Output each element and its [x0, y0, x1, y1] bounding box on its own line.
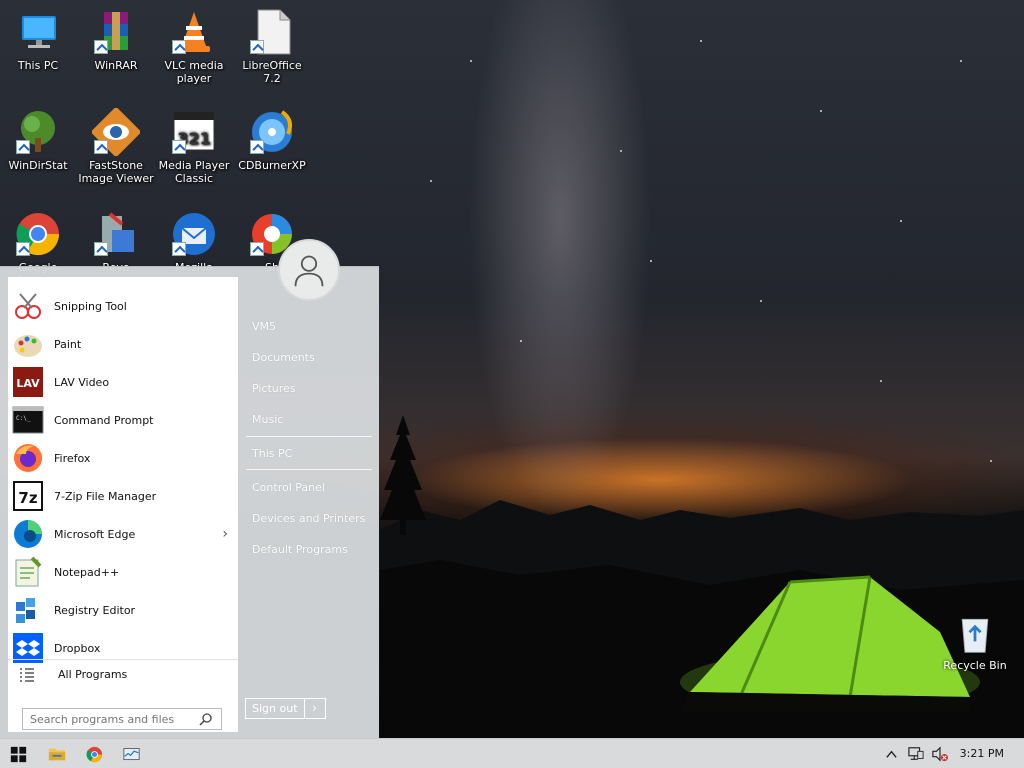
start-menu-programs-pane: Snipping Tool Paint LAV LAV Video C:\_ C… [8, 277, 238, 732]
all-programs-label: All Programs [58, 668, 128, 681]
computer-icon [22, 16, 56, 48]
desktop-icon-this-pc[interactable]: This PC [0, 8, 76, 72]
search-icon[interactable] [199, 712, 213, 726]
windows-logo-icon [10, 746, 26, 762]
program-firefox[interactable]: Firefox [8, 439, 238, 477]
link-control-panel[interactable]: Control Panel [252, 481, 325, 494]
7zip-icon: 7z [13, 481, 43, 511]
desktop-icon-thunderbird[interactable]: Mozilla [156, 210, 232, 274]
program-label: Command Prompt [54, 413, 154, 427]
program-7zip[interactable]: 7z 7-Zip File Manager [8, 477, 238, 515]
desktop-icon-winrar[interactable]: WinRAR [78, 8, 154, 72]
terminal-icon: C:\_ [12, 406, 44, 434]
program-label: Registry Editor [54, 603, 136, 617]
desktop-icon-label: VLC media player [164, 59, 224, 85]
scissors-icon [15, 293, 41, 319]
sign-out-button[interactable]: Sign out [246, 699, 305, 718]
desktop-icon-faststone[interactable]: FastStone Image Viewer [78, 106, 154, 185]
taskbar-file-explorer[interactable] [39, 739, 75, 768]
separator [246, 436, 372, 437]
link-default-programs[interactable]: Default Programs [252, 543, 348, 556]
desktop-icon-label: WinRAR [94, 59, 138, 72]
program-command-prompt[interactable]: C:\_ Command Prompt [8, 401, 238, 439]
volume-tray-button[interactable] [929, 739, 951, 768]
taskbar-chrome[interactable] [76, 739, 112, 768]
desktop-icon-label: WinDirStat [8, 159, 68, 172]
link-pictures[interactable]: Pictures [252, 382, 296, 395]
recycle-bin-icon [961, 618, 989, 653]
desktop-icon-revo[interactable]: Revo [78, 210, 154, 274]
list-icon [20, 667, 34, 682]
desktop-icon-label: FastStone Image Viewer [78, 159, 154, 185]
program-label: Snipping Tool [54, 299, 127, 313]
start-button[interactable] [0, 739, 36, 768]
desktop-icon-label: This PC [17, 59, 59, 72]
link-user-folder[interactable]: VM5 [252, 320, 276, 333]
taskbar-clock[interactable]: 3:21 PM [960, 747, 1004, 760]
svg-text:LAV: LAV [16, 377, 40, 390]
program-lav-video[interactable]: LAV LAV Video [8, 363, 238, 401]
taskbar-task-manager[interactable] [113, 739, 149, 768]
link-devices-printers[interactable]: Devices and Printers [252, 512, 365, 525]
program-label: Firefox [54, 451, 91, 465]
link-documents[interactable]: Documents [252, 351, 315, 364]
performance-monitor-icon [122, 747, 140, 760]
program-snipping-tool[interactable]: Snipping Tool [8, 287, 238, 325]
program-paint[interactable]: Paint [8, 325, 238, 363]
user-icon [294, 255, 324, 287]
paint-palette-icon [14, 335, 42, 357]
glowing-tent [680, 575, 980, 712]
speaker-muted-icon [932, 746, 948, 762]
firefox-icon [14, 444, 42, 472]
desktop-icon-windirstat[interactable]: WinDirStat [0, 108, 76, 172]
separator [246, 469, 372, 470]
network-tray-button[interactable] [905, 739, 927, 768]
user-avatar[interactable] [278, 239, 340, 301]
chevron-right-icon[interactable]: › [222, 526, 228, 542]
desktop-icon-label: Media Player Classic [158, 159, 230, 185]
program-label: Paint [54, 337, 82, 351]
start-menu: Snipping Tool Paint LAV LAV Video C:\_ C… [0, 239, 379, 739]
program-label: 7-Zip File Manager [54, 489, 157, 503]
desktop-icon-recycle-bin[interactable]: Recycle Bin [940, 612, 1010, 672]
svg-text:C:\_: C:\_ [16, 415, 31, 422]
desktop-icon-vlc[interactable]: VLC media player [156, 8, 232, 85]
recycle-bin-label: Recycle Bin [943, 659, 1007, 672]
program-label: Dropbox [54, 641, 101, 655]
show-hidden-icons-button[interactable] [882, 739, 900, 768]
edge-icon [14, 520, 42, 548]
desktop-icon-cdburner[interactable]: CDBurnerXP [234, 108, 310, 172]
desktop-icon-label: CDBurnerXP [238, 159, 306, 172]
program-label: LAV Video [54, 375, 110, 389]
svg-text:7z: 7z [18, 489, 37, 507]
lav-icon: LAV [13, 367, 43, 397]
program-label: Notepad++ [54, 565, 120, 579]
program-registry-editor[interactable]: Registry Editor [8, 591, 238, 629]
power-options-arrow-button[interactable]: › [305, 699, 325, 718]
program-notepadpp[interactable]: Notepad++ [8, 553, 238, 591]
search-box[interactable] [22, 708, 222, 730]
notepadpp-icon [15, 556, 42, 587]
link-music[interactable]: Music [252, 413, 283, 426]
desktop-icon-mpc[interactable]: 321 Media Player Classic [156, 108, 232, 185]
all-programs-button[interactable]: All Programs [8, 659, 238, 689]
taskbar: 3:21 PM [0, 738, 1024, 768]
desktop-icon-libreoffice[interactable]: LibreOffice 7.2 [234, 8, 310, 85]
network-icon [908, 747, 924, 760]
sign-out-control: Sign out › [245, 698, 326, 719]
link-this-pc[interactable]: This PC [252, 447, 292, 460]
chevron-up-icon [885, 750, 897, 758]
pine-tree-silhouette [380, 415, 426, 535]
chrome-icon [86, 746, 102, 762]
folder-icon [48, 748, 66, 761]
search-input[interactable] [23, 712, 193, 726]
program-microsoft-edge[interactable]: Microsoft Edge › [8, 515, 238, 553]
start-menu-places-pane: VM5 Documents Pictures Music This PC Con… [238, 239, 379, 739]
program-label: Microsoft Edge [54, 527, 136, 541]
regedit-icon [16, 598, 35, 623]
desktop-icon-label: LibreOffice 7.2 [242, 59, 302, 85]
